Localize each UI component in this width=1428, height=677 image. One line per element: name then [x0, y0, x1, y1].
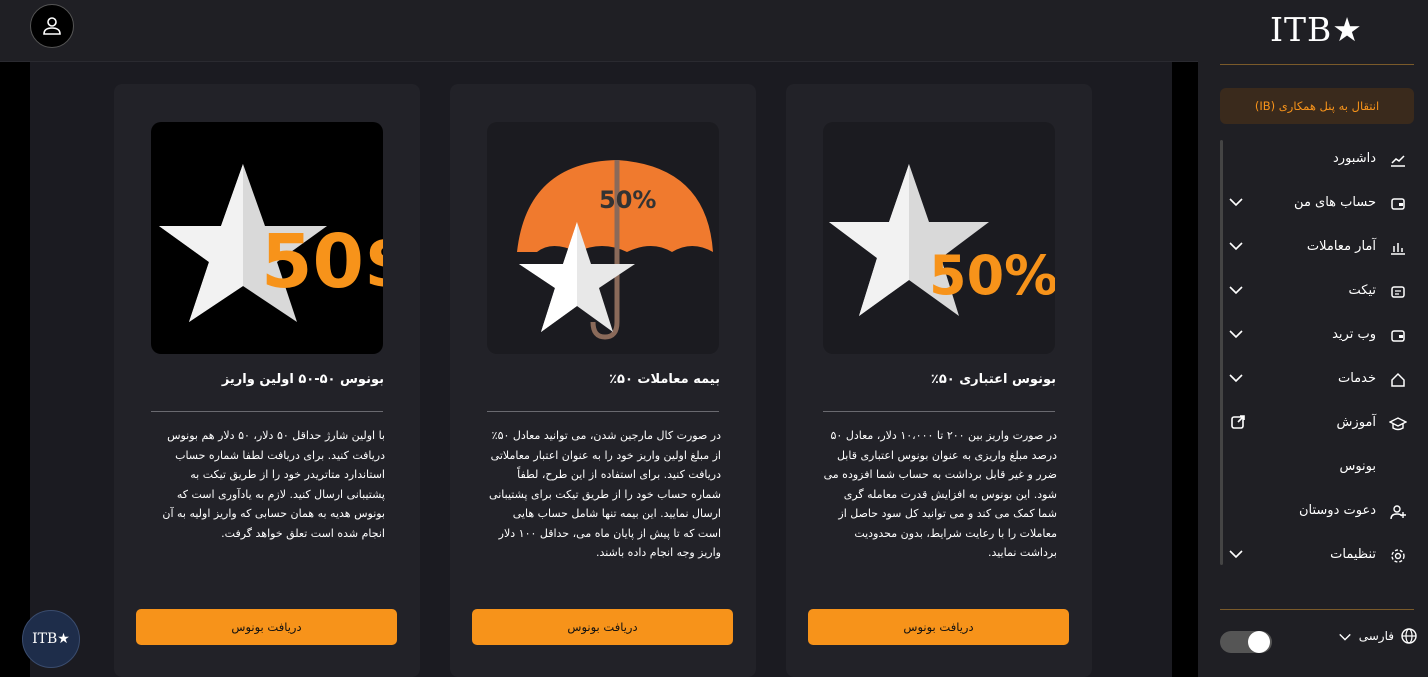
sidebar-item-label: دعوت دوستان	[1298, 503, 1376, 518]
sidebar: ITB★ انتقال به پنل همکاری (IB) داشبورد ح…	[1198, 0, 1428, 677]
home-icon	[1388, 370, 1408, 390]
bonus-card-credit: 50% بونوس اعتباری ۵۰٪ در صورت واریز بین …	[786, 84, 1092, 677]
card-title: بونوس اعتباری ۵۰٪	[930, 372, 1056, 387]
graduation-cap-icon	[1388, 414, 1408, 434]
image-text-50-percent: 50%	[599, 186, 656, 214]
sidebar-item-label: تیکت	[1348, 283, 1377, 298]
ticket-icon	[1388, 282, 1408, 302]
chevron-down-icon	[1228, 238, 1248, 258]
language-label: فارسی	[1358, 629, 1394, 643]
sidebar-item-my-accounts[interactable]: حساب های من	[1228, 189, 1408, 219]
sidebar-item-label: آموزش	[1336, 415, 1376, 430]
divider	[1220, 609, 1414, 610]
chart-icon	[1388, 150, 1408, 170]
card-description: در صورت کال مارجین شدن، می توانید معادل …	[489, 429, 721, 559]
scrollbar[interactable]	[1220, 140, 1223, 565]
webtrade-icon	[1388, 326, 1408, 346]
bonus-card-first-deposit: 50$ بونوس ۵۰-۵۰ اولین واریز با اولین شار…	[114, 84, 420, 677]
sidebar-item-label: وب ترید	[1332, 327, 1376, 342]
chevron-down-icon	[1228, 546, 1248, 566]
external-link-icon	[1230, 414, 1248, 432]
sidebar-item-dashboard[interactable]: داشبورد	[1228, 145, 1408, 175]
card-title: بیمه معاملات ۵۰٪	[609, 372, 720, 387]
bonus-cards-area: 50$ بونوس ۵۰-۵۰ اولین واریز با اولین شار…	[30, 62, 1172, 677]
globe-icon	[1400, 627, 1418, 649]
image-text-50: 50%	[929, 244, 1055, 307]
bar-chart-icon	[1388, 238, 1408, 258]
card-description: در صورت واریز بین ۲۰۰ تا ۱۰،۰۰۰ دلار، مع…	[823, 429, 1057, 559]
sidebar-item-label: تنظیمات	[1330, 547, 1376, 562]
bonus-image-50-dollar: 50$	[151, 122, 383, 354]
chevron-down-icon	[1228, 194, 1248, 214]
gear-icon	[1388, 546, 1408, 566]
ib-panel-button[interactable]: انتقال به پنل همکاری (IB)	[1220, 88, 1414, 124]
brand-badge[interactable]: ITB★	[22, 610, 80, 668]
bonus-image-50-percent: 50%	[823, 122, 1055, 354]
image-text-50-dollar: 50$	[261, 219, 383, 305]
divider	[823, 411, 1055, 412]
sidebar-item-trade-stats[interactable]: آمار معاملات	[1228, 233, 1408, 263]
get-bonus-button[interactable]: دریافت بونوس	[808, 609, 1069, 645]
chevron-down-icon	[1228, 370, 1248, 390]
sidebar-item-settings[interactable]: تنظیمات	[1228, 541, 1408, 571]
bonus-card-trade-insurance: 50% بیمه معاملات ۵۰٪ در صورت کال مارجین …	[450, 84, 756, 677]
sidebar-item-services[interactable]: خدمات	[1228, 365, 1408, 395]
toggle-knob	[1248, 631, 1270, 653]
user-icon	[43, 17, 61, 35]
user-avatar-button[interactable]	[30, 4, 74, 48]
sidebar-item-bonus[interactable]: بونوس	[1228, 453, 1408, 483]
sidebar-item-ticket[interactable]: تیکت	[1228, 277, 1408, 307]
sidebar-item-label: بونوس	[1339, 459, 1376, 474]
wallet-icon	[1388, 194, 1408, 214]
theme-toggle[interactable]	[1220, 631, 1272, 653]
sidebar-item-label: داشبورد	[1333, 151, 1376, 166]
chevron-down-icon	[1228, 282, 1248, 302]
add-user-icon	[1388, 502, 1408, 522]
sidebar-item-label: حساب های من	[1294, 195, 1376, 210]
sidebar-item-label: خدمات	[1337, 371, 1376, 386]
sidebar-item-education[interactable]: آموزش	[1228, 409, 1408, 439]
bonus-image-umbrella: 50%	[487, 122, 719, 354]
card-description: با اولین شارژ حداقل ۵۰ دلار، ۵۰ دلار هم …	[162, 429, 385, 540]
sidebar-item-invite-friends[interactable]: دعوت دوستان	[1228, 497, 1408, 527]
chevron-down-icon	[1228, 326, 1248, 346]
card-title: بونوس ۵۰-۵۰ اولین واریز	[221, 372, 384, 387]
top-bar	[0, 0, 1198, 62]
brand-logo[interactable]: ITB★	[1270, 10, 1363, 49]
language-selector[interactable]: فارسی	[1338, 626, 1418, 648]
get-bonus-button[interactable]: دریافت بونوس	[136, 609, 397, 645]
sidebar-item-webtrade[interactable]: وب ترید	[1228, 321, 1408, 351]
sidebar-item-label: آمار معاملات	[1306, 239, 1376, 254]
chevron-down-icon	[1338, 629, 1352, 648]
divider	[487, 411, 719, 412]
divider	[1220, 64, 1414, 65]
divider	[151, 411, 383, 412]
get-bonus-button[interactable]: دریافت بونوس	[472, 609, 733, 645]
